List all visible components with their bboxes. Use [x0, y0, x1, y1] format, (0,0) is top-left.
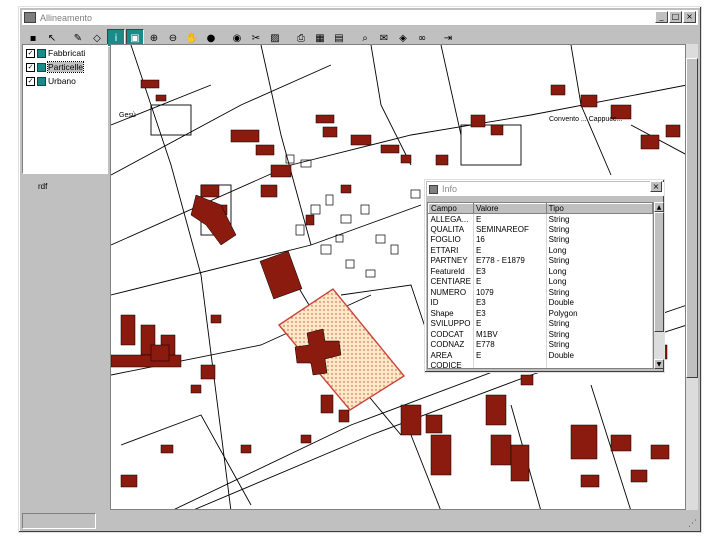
value-cell: E	[473, 276, 547, 287]
scroll-thumb[interactable]	[686, 58, 698, 378]
table-row[interactable]: QUALITA SEMINAREOF String	[428, 224, 653, 235]
layer-icon	[37, 48, 46, 58]
value-cell: E778	[473, 339, 547, 350]
type-cell: String	[546, 224, 653, 235]
info-title-bar[interactable]: Info	[427, 182, 664, 196]
layer-icon	[37, 76, 46, 86]
value-cell: 1079	[473, 287, 547, 298]
table-row[interactable]: CODICE	[428, 360, 653, 368]
value-cell: E	[473, 213, 547, 224]
type-cell: Polygon	[546, 308, 653, 319]
value-cell: 16	[473, 234, 547, 245]
table-row[interactable]: ALLEGA... E String	[428, 213, 653, 224]
type-cell	[546, 360, 653, 368]
field-cell: Shape	[428, 308, 474, 319]
value-cell: E778 - E1879	[473, 255, 547, 266]
type-cell: String	[546, 287, 653, 298]
field-cell: AREA	[428, 350, 474, 361]
layer-icon	[37, 62, 46, 72]
value-cell: E3	[473, 297, 547, 308]
info-scroll-thumb[interactable]	[654, 212, 664, 332]
table-row[interactable]: ID E3 Double	[428, 297, 653, 308]
layer-checkbox[interactable]: ✓	[26, 48, 35, 58]
table-row[interactable]: CODNAZ E778 String	[428, 339, 653, 350]
info-dialog: Info × Campo Valore Tipo ALLEGA... E Strin…	[424, 179, 665, 373]
type-cell: String	[546, 329, 653, 340]
info-title: Info	[442, 184, 458, 194]
type-cell: String	[546, 213, 653, 224]
value-cell: SEMINAREOF	[473, 224, 547, 235]
table-row[interactable]: CODCAT M1BV String	[428, 329, 653, 340]
layer-list: ✓ Fabbricati ✓ Particelle ✓ Urbano	[22, 44, 108, 174]
table-row[interactable]: ETTARI E Long	[428, 245, 653, 256]
map-vertical-scrollbar[interactable]	[686, 44, 698, 510]
type-cell: String	[546, 255, 653, 266]
type-cell: Long	[546, 245, 653, 256]
table-row[interactable]: CENTIARE E Long	[428, 276, 653, 287]
layer-label: Particelle	[47, 61, 84, 73]
type-cell: String	[546, 339, 653, 350]
scroll-up-icon[interactable]: ▲	[654, 202, 664, 212]
field-cell: ETTARI	[428, 245, 474, 256]
title-bar[interactable]: Allineamento _ □ ×	[22, 10, 698, 25]
field-cell: NUMERO	[428, 287, 474, 298]
field-cell: SVILUPPO	[428, 318, 474, 329]
value-cell: E3	[473, 266, 547, 277]
value-cell: E	[473, 245, 547, 256]
layer-checkbox[interactable]: ✓	[26, 76, 35, 86]
maximize-button[interactable]: □	[669, 11, 682, 23]
column-header-tipo[interactable]: Tipo	[545, 203, 653, 214]
table-row[interactable]: FeatureId E3 Long	[428, 266, 653, 277]
app-icon	[24, 12, 36, 23]
minimize-button[interactable]: _	[655, 11, 668, 23]
table-row[interactable]: NUMERO 1079 String	[428, 287, 653, 298]
type-cell: Double	[546, 297, 653, 308]
close-button[interactable]: ×	[683, 11, 696, 23]
table-row[interactable]: SVILUPPO E String	[428, 318, 653, 329]
info-window-icon	[429, 184, 438, 194]
layer-label: Fabbricati	[48, 48, 86, 58]
field-cell: FeatureId	[428, 266, 474, 277]
value-cell: E	[473, 318, 547, 329]
type-cell: Double	[546, 350, 653, 361]
value-cell: M1BV	[473, 329, 547, 340]
field-cell: ID	[428, 297, 474, 308]
layer-label: Urbano	[48, 76, 76, 86]
table-row[interactable]: Shape E3 Polygon	[428, 308, 653, 319]
info-close-button[interactable]: ×	[650, 181, 662, 192]
table-row[interactable]: AREA E Double	[428, 350, 653, 361]
map-label-convento: Convento ... Cappucc...	[549, 116, 622, 123]
layer-item-fabbricati[interactable]: ✓ Fabbricati	[23, 47, 107, 59]
field-cell: CENTIARE	[428, 276, 474, 287]
value-cell	[473, 360, 547, 368]
field-cell: QUALITA	[428, 224, 474, 235]
field-cell: ALLEGA...	[428, 213, 474, 224]
table-row[interactable]: FOGLIO 16 String	[428, 234, 653, 245]
scroll-down-icon[interactable]: ▼	[654, 359, 664, 369]
info-table: Campo Valore Tipo ALLEGA... E String QUALIT…	[427, 202, 654, 369]
type-cell: String	[546, 318, 653, 329]
field-cell: PARTNEY	[428, 255, 474, 266]
layer-checkbox[interactable]: ✓	[26, 62, 35, 72]
field-cell: CODICE	[428, 360, 474, 368]
layer-item-particelle[interactable]: ✓ Particelle	[23, 61, 107, 73]
field-cell: CODCAT	[428, 329, 474, 340]
value-cell: E3	[473, 308, 547, 319]
field-cell: FOGLIO	[428, 234, 474, 245]
status-bar	[22, 513, 96, 529]
layer-item-urbano[interactable]: ✓ Urbano	[23, 75, 107, 87]
field-cell: CODNAZ	[428, 339, 474, 350]
type-cell: String	[546, 234, 653, 245]
side-label: rdf	[38, 182, 48, 191]
map-label-gesu: Gesù	[119, 112, 136, 119]
column-header-valore[interactable]: Valore	[472, 203, 547, 214]
column-header-campo[interactable]: Campo	[428, 203, 474, 214]
window-title: Allineamento	[40, 12, 93, 23]
value-cell: E	[473, 350, 547, 361]
type-cell: Long	[546, 276, 653, 287]
table-row[interactable]: PARTNEY E778 - E1879 String	[428, 255, 653, 266]
type-cell: Long	[546, 266, 653, 277]
info-scrollbar[interactable]: ▲ ▼	[654, 202, 664, 369]
resize-grip-icon[interactable]: ⋰	[688, 519, 697, 529]
